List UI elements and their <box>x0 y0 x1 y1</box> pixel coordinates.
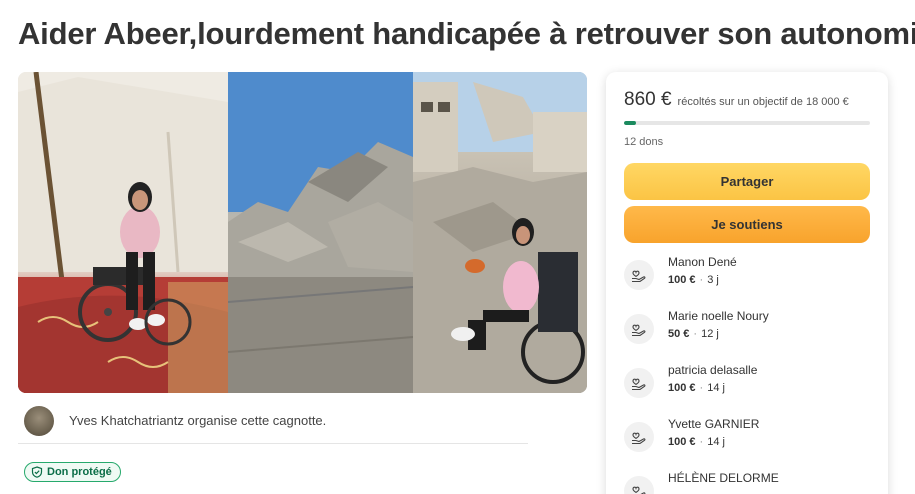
amount-raised: 860 € <box>624 89 672 110</box>
donor-time: 12 j <box>701 328 719 340</box>
organizer-text: Yves Khatchatriantz organise cette cagno… <box>69 413 327 428</box>
donor-item: patricia delasalle 100 € · 14 j <box>624 363 870 403</box>
heart-hand-icon <box>624 476 654 494</box>
tent-scene-illustration <box>18 72 228 393</box>
badge-label: Don protégé <box>47 466 112 478</box>
support-button[interactable]: Je soutiens <box>624 206 870 243</box>
donor-meta: 50 € · 12 j <box>668 328 719 340</box>
donor-amount: 100 € <box>668 436 696 448</box>
separator-dot: · <box>693 328 698 340</box>
heart-hand-icon <box>624 314 654 344</box>
separator-dot: · <box>699 274 704 286</box>
donor-name: Yvette GARNIER <box>668 417 760 431</box>
progress-bar <box>624 121 870 125</box>
progress-bar-fill <box>624 121 636 125</box>
donor-time: 14 j <box>707 382 725 394</box>
donor-meta: 100 € · 14 j <box>668 382 725 394</box>
donor-item: Marie noelle Noury 50 € · 12 j <box>624 309 870 349</box>
donor-item: Yvette GARNIER 100 € · 14 j <box>624 417 870 457</box>
donor-name: patricia delasalle <box>668 363 758 377</box>
donor-meta: 100 € · 14 j <box>668 436 725 448</box>
share-button[interactable]: Partager <box>624 163 870 200</box>
donor-amount: 100 € <box>668 274 696 286</box>
campaign-hero-image[interactable] <box>18 72 587 393</box>
heart-hand-icon <box>624 422 654 452</box>
donor-name: Manon Dené <box>668 255 737 269</box>
ruins-scene-illustration <box>413 72 587 393</box>
page-title: Aider Abeer,lourdement handicapée à retr… <box>18 16 915 51</box>
amount-summary: 860 € récoltés sur un objectif de 18 000… <box>624 89 849 111</box>
heart-hand-icon <box>624 260 654 290</box>
donor-time: 3 j <box>707 274 719 286</box>
shield-check-icon <box>31 466 43 478</box>
donor-name: HÉLÈNE DELORME <box>668 471 779 485</box>
rubble-scene-illustration <box>228 72 413 393</box>
donor-amount: 100 € <box>668 382 696 394</box>
separator-dot: · <box>699 382 704 394</box>
donor-item: HÉLÈNE DELORME <box>624 471 870 494</box>
donor-amount: 50 € <box>668 328 690 340</box>
donor-item: Manon Dené 100 € · 3 j <box>624 255 870 295</box>
donor-time: 14 j <box>707 436 725 448</box>
donor-meta: 100 € · 3 j <box>668 274 719 286</box>
donation-count: 12 dons <box>624 136 664 148</box>
protected-donation-badge[interactable]: Don protégé <box>24 462 121 482</box>
goal-text: récoltés sur un objectif de 18 000 € <box>677 96 849 108</box>
separator-dot: · <box>699 436 704 448</box>
photo-tent <box>18 72 228 393</box>
organizer-info: Yves Khatchatriantz organise cette cagno… <box>18 398 528 444</box>
heart-hand-icon <box>624 368 654 398</box>
organizer-avatar[interactable] <box>24 405 54 436</box>
photo-rubble <box>228 72 413 393</box>
donation-panel: 860 € récoltés sur un objectif de 18 000… <box>606 72 888 494</box>
donor-name: Marie noelle Noury <box>668 309 769 323</box>
photo-ruins <box>413 72 587 393</box>
